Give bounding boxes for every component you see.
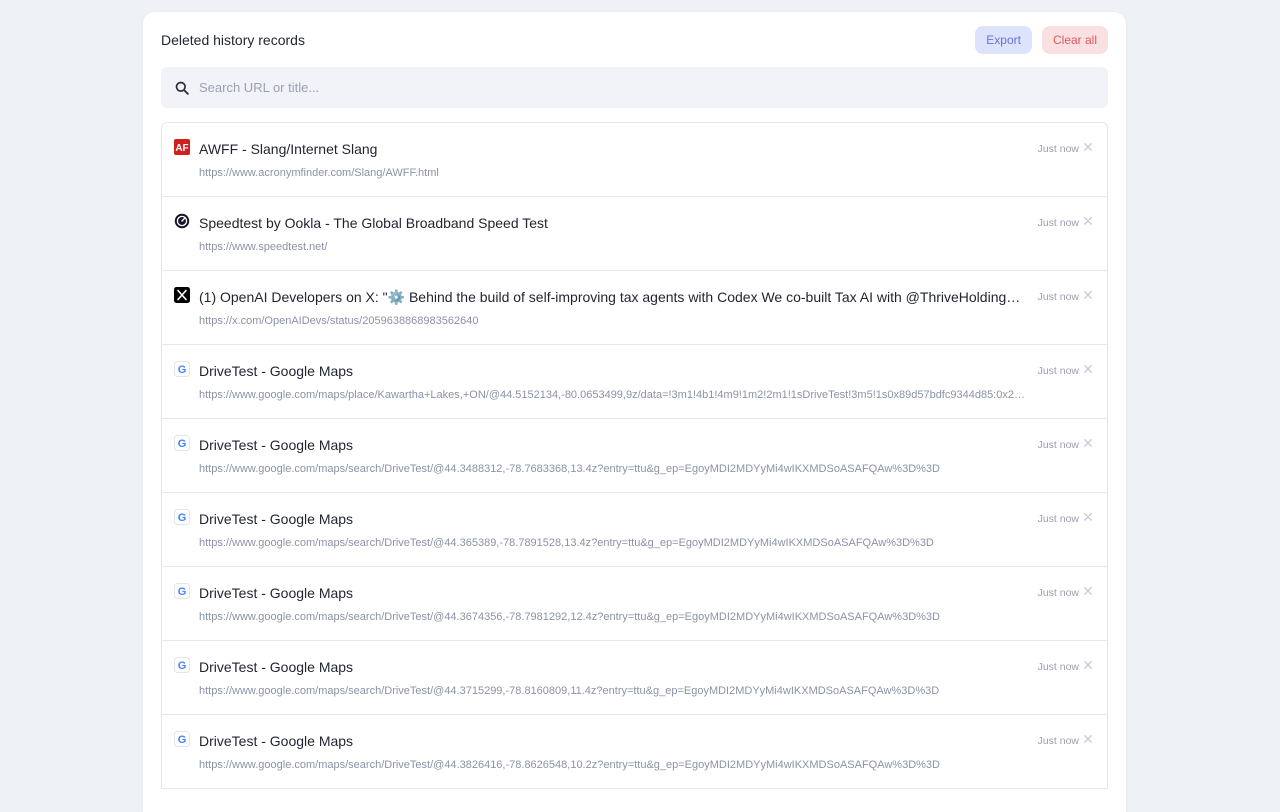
record-url[interactable]: https://www.google.com/maps/search/Drive…	[199, 537, 1025, 549]
close-icon[interactable]: ✕	[1082, 140, 1094, 154]
google-icon: G	[174, 731, 190, 747]
record-time: Just now	[1037, 661, 1079, 673]
close-icon[interactable]: ✕	[1082, 362, 1094, 376]
google-icon: G	[174, 657, 190, 673]
svg-text:G: G	[178, 660, 187, 672]
svg-text:G: G	[178, 364, 187, 376]
panel-header: Deleted history records Export Clear all	[161, 26, 1108, 54]
close-icon[interactable]: ✕	[1082, 214, 1094, 228]
record-url[interactable]: https://www.speedtest.net/	[199, 241, 1025, 253]
history-row[interactable]: G DriveTest - Google Maps https://www.go…	[162, 419, 1107, 493]
record-url[interactable]: https://www.google.com/maps/search/Drive…	[199, 759, 1025, 771]
close-icon[interactable]: ✕	[1082, 658, 1094, 672]
record-time: Just now	[1037, 513, 1079, 525]
close-icon[interactable]: ✕	[1082, 732, 1094, 746]
record-url[interactable]: https://x.com/OpenAIDevs/status/20596388…	[199, 315, 1025, 327]
record-url[interactable]: https://www.google.com/maps/search/Drive…	[199, 611, 1025, 623]
search-bar[interactable]	[161, 67, 1108, 108]
close-icon[interactable]: ✕	[1082, 436, 1094, 450]
record-time: Just now	[1037, 365, 1079, 377]
clear-all-button[interactable]: Clear all	[1041, 26, 1108, 54]
record-url[interactable]: https://www.google.com/maps/place/Kawart…	[199, 389, 1025, 401]
x-icon	[174, 287, 190, 303]
history-row[interactable]: (1) OpenAI Developers on X: "⚙️ Behind t…	[162, 271, 1107, 345]
svg-text:G: G	[178, 734, 187, 746]
record-time: Just now	[1037, 735, 1079, 747]
record-time: Just now	[1037, 217, 1079, 229]
record-url[interactable]: https://www.google.com/maps/search/Drive…	[199, 685, 1025, 697]
record-title[interactable]: DriveTest - Google Maps	[199, 659, 1025, 675]
close-icon[interactable]: ✕	[1082, 288, 1094, 302]
record-title[interactable]: AWFF - Slang/Internet Slang	[199, 141, 1025, 157]
history-row[interactable]: G DriveTest - Google Maps https://www.go…	[162, 345, 1107, 419]
google-icon: G	[174, 509, 190, 525]
header-actions: Export Clear all	[975, 26, 1108, 54]
record-title[interactable]: DriveTest - Google Maps	[199, 733, 1025, 749]
record-time: Just now	[1037, 439, 1079, 451]
record-url[interactable]: https://www.google.com/maps/search/Drive…	[199, 463, 1025, 475]
close-icon[interactable]: ✕	[1082, 584, 1094, 598]
history-row[interactable]: G DriveTest - Google Maps https://www.go…	[162, 641, 1107, 715]
search-icon	[175, 81, 189, 95]
svg-text:AF: AF	[175, 143, 188, 154]
svg-text:G: G	[178, 586, 187, 598]
page-title: Deleted history records	[161, 32, 305, 48]
record-title[interactable]: Speedtest by Ookla - The Global Broadban…	[199, 215, 1025, 231]
record-title[interactable]: (1) OpenAI Developers on X: "⚙️ Behind t…	[199, 289, 1025, 306]
close-icon[interactable]: ✕	[1082, 510, 1094, 524]
history-row[interactable]: G DriveTest - Google Maps https://www.go…	[162, 715, 1107, 789]
svg-text:G: G	[178, 512, 187, 524]
record-title[interactable]: DriveTest - Google Maps	[199, 437, 1025, 453]
history-row[interactable]: G DriveTest - Google Maps https://www.go…	[162, 567, 1107, 641]
google-icon: G	[174, 435, 190, 451]
history-panel: Deleted history records Export Clear all…	[143, 12, 1126, 812]
search-input[interactable]	[199, 80, 1108, 95]
history-row[interactable]: G DriveTest - Google Maps https://www.go…	[162, 493, 1107, 567]
history-row[interactable]: AF AWFF - Slang/Internet Slang https://w…	[162, 123, 1107, 197]
speedtest-icon	[174, 213, 190, 229]
record-title[interactable]: DriveTest - Google Maps	[199, 363, 1025, 379]
history-row[interactable]: Speedtest by Ookla - The Global Broadban…	[162, 197, 1107, 271]
record-title[interactable]: DriveTest - Google Maps	[199, 585, 1025, 601]
google-icon: G	[174, 361, 190, 377]
history-list: AF AWFF - Slang/Internet Slang https://w…	[161, 122, 1108, 789]
google-icon: G	[174, 583, 190, 599]
export-button[interactable]: Export	[975, 26, 1032, 54]
record-url[interactable]: https://www.acronymfinder.com/Slang/AWFF…	[199, 167, 1025, 179]
record-time: Just now	[1037, 291, 1079, 303]
svg-text:G: G	[178, 438, 187, 450]
record-title[interactable]: DriveTest - Google Maps	[199, 511, 1025, 527]
record-time: Just now	[1037, 143, 1079, 155]
record-time: Just now	[1037, 587, 1079, 599]
acronymfinder-icon: AF	[174, 139, 190, 155]
